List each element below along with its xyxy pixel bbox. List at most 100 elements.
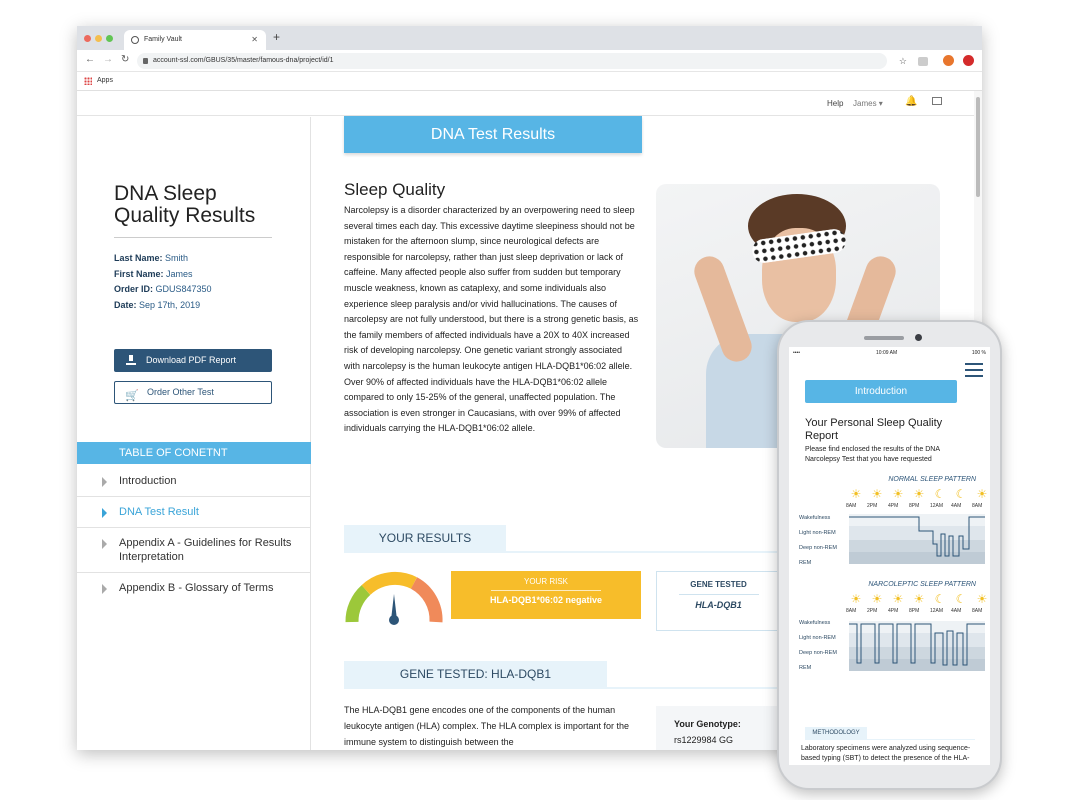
sun-icon: ☀ bbox=[850, 592, 862, 606]
stage-label: Wakefulness bbox=[799, 515, 831, 521]
light-band bbox=[849, 526, 985, 540]
scrollbar-thumb[interactable] bbox=[976, 97, 980, 197]
minimize-window-button[interactable] bbox=[95, 35, 102, 42]
sun-icon: ☀ bbox=[976, 487, 988, 501]
toc-item-label: Introduction bbox=[119, 475, 177, 487]
sun-icon: ☀ bbox=[892, 487, 904, 501]
reload-icon[interactable]: ↻ bbox=[121, 54, 129, 65]
time-label: 4PM bbox=[888, 503, 899, 509]
section-title: Sleep Quality bbox=[344, 180, 446, 199]
phone-introduction-button[interactable]: Introduction bbox=[805, 380, 957, 403]
time-label: 2PM bbox=[867, 608, 878, 614]
apps-bookmark[interactable]: Apps bbox=[97, 77, 113, 84]
moon-icon: ☾ bbox=[934, 487, 946, 501]
your-risk-value: HLA-DQB1*06:02 negative bbox=[489, 595, 603, 605]
genotype-value: rs1229984 GG bbox=[674, 735, 734, 745]
bookmark-star-icon[interactable]: ☆ bbox=[899, 53, 907, 69]
toc-header: TABLE OF CONETNT bbox=[77, 442, 311, 464]
time-label: 12AM bbox=[930, 608, 944, 614]
toc-item-appendix-a[interactable]: Appendix A - Guidelines for Results Inte… bbox=[77, 528, 311, 573]
toc-item-label: Appendix A - Guidelines for Results Inte… bbox=[119, 537, 292, 563]
phone-report-title: Your Personal Sleep Quality Report bbox=[805, 417, 943, 442]
hamburger-menu-icon[interactable] bbox=[965, 363, 983, 377]
maximize-window-button[interactable] bbox=[106, 35, 113, 42]
close-window-button[interactable] bbox=[84, 35, 91, 42]
url-text: account-ssl.com/GBUS/35/master/famous-dn… bbox=[153, 57, 334, 64]
adblock-extension-icon[interactable] bbox=[963, 55, 974, 66]
sun-icon: ☀ bbox=[892, 592, 904, 606]
last-name-value: Smith bbox=[165, 253, 189, 263]
gene-tested-label: GENE TESTED bbox=[690, 580, 747, 589]
narcoleptic-sleep-times: 8AM 2PM 4PM 8PM 12AM 4AM 8AM bbox=[846, 608, 989, 616]
your-risk-card: YOUR RISK HLA-DQB1*06:02 negative bbox=[451, 571, 641, 619]
time-label: 8AM bbox=[846, 608, 857, 614]
profile-extension-icon[interactable] bbox=[943, 55, 954, 66]
phone-status-bar: •••• 10:09 AM 100 % bbox=[789, 347, 990, 359]
browser-tab[interactable]: Family Vault ✕ bbox=[124, 30, 266, 50]
narcoleptic-sleep-title: NARCOLEPTIC SLEEP PATTERN bbox=[868, 581, 976, 588]
toc-item-dna-test-result[interactable]: DNA Test Result bbox=[77, 497, 311, 528]
download-pdf-button[interactable]: Download PDF Report bbox=[114, 349, 272, 372]
stage-label: Wakefulness bbox=[799, 620, 831, 626]
first-name-value: James bbox=[166, 268, 193, 279]
camera-extension-icon[interactable] bbox=[918, 57, 928, 66]
divider bbox=[344, 551, 784, 553]
gene-tested-value: HLA-DQB1 bbox=[695, 600, 742, 610]
order-details: Last Name: Smith First Name: James Order… bbox=[114, 251, 212, 313]
toc-item-introduction[interactable]: Introduction bbox=[77, 466, 311, 497]
order-other-test-button[interactable]: 🛒 Order Other Test bbox=[114, 381, 272, 404]
cart-icon: 🛒 bbox=[125, 390, 139, 402]
deep-band bbox=[849, 540, 985, 552]
caret-right-icon bbox=[102, 539, 107, 549]
methodology-tab[interactable]: METHODOLOGY bbox=[805, 727, 867, 739]
caret-right-icon bbox=[102, 477, 107, 487]
time-label: 8AM bbox=[972, 608, 983, 614]
gene-description: The HLA-DQB1 gene encodes one of the com… bbox=[344, 705, 629, 747]
divider bbox=[344, 687, 784, 689]
bookmarks-bar: Apps bbox=[77, 72, 982, 91]
sun-icon: ☀ bbox=[871, 592, 883, 606]
phone-report-subtitle: Please find enclosed the results of the … bbox=[805, 446, 940, 463]
normal-sleep-title: NORMAL SLEEP PATTERN bbox=[888, 476, 976, 483]
photo-arm-left bbox=[690, 252, 756, 366]
date-value: Sep 17th, 2019 bbox=[139, 299, 201, 310]
order-id-value: GDUS847350 bbox=[155, 284, 212, 294]
narcoleptic-sleep-chart bbox=[849, 621, 985, 671]
normal-sleep-times: 8AM 2PM 4PM 8PM 12AM 4AM 8AM bbox=[846, 503, 989, 511]
stage-label: Deep non-REM bbox=[799, 545, 837, 551]
sun-icon: ☀ bbox=[976, 592, 988, 606]
gene-tested-tab[interactable]: GENE TESTED: HLA-DQB1 bbox=[344, 661, 607, 687]
sun-icon: ☀ bbox=[913, 487, 925, 501]
deep-band bbox=[849, 647, 985, 659]
download-icon bbox=[126, 355, 136, 365]
stage-label: Light non-REM bbox=[799, 530, 836, 536]
lock-icon bbox=[143, 58, 148, 64]
time-label: 8PM bbox=[909, 503, 920, 509]
new-tab-button[interactable]: + bbox=[273, 30, 280, 44]
dna-test-results-banner: DNA Test Results bbox=[344, 116, 642, 153]
time-label: 4PM bbox=[888, 608, 899, 614]
tab-title: Family Vault bbox=[144, 36, 182, 43]
your-results-tab[interactable]: YOUR RESULTS bbox=[344, 525, 506, 551]
divider bbox=[678, 594, 759, 595]
normal-sleep-stage-labels: Wakefulness Light non-REM Deep non-REM REM bbox=[799, 513, 849, 573]
caret-right-icon bbox=[102, 584, 107, 594]
first-name-label: First Name: bbox=[114, 268, 164, 279]
methodology-text: Laboratory specimens were analyzed using… bbox=[801, 745, 971, 762]
address-bar[interactable]: account-ssl.com/GBUS/35/master/famous-dn… bbox=[137, 53, 907, 69]
date-label: Date: bbox=[114, 299, 137, 310]
moon-icon: ☾ bbox=[955, 487, 967, 501]
divider bbox=[491, 590, 601, 591]
wake-band bbox=[849, 621, 985, 633]
table-of-contents: Introduction DNA Test Result Appendix A … bbox=[77, 466, 311, 603]
your-risk-label: YOUR RISK bbox=[523, 577, 568, 586]
close-tab-icon[interactable]: ✕ bbox=[251, 30, 258, 50]
forward-arrow-icon[interactable]: → bbox=[103, 54, 113, 65]
back-arrow-icon[interactable]: ← bbox=[85, 54, 95, 65]
section-body: Narcolepsy is a disorder characterized b… bbox=[344, 205, 639, 434]
phone-mockup: •••• 10:09 AM 100 % Introduction Your Pe… bbox=[777, 320, 1002, 790]
rem-band bbox=[849, 552, 985, 564]
time-label: 2PM bbox=[867, 503, 878, 509]
download-pdf-label: Download PDF Report bbox=[146, 355, 237, 365]
toc-item-appendix-b[interactable]: Appendix B - Glossary of Terms bbox=[77, 573, 311, 603]
